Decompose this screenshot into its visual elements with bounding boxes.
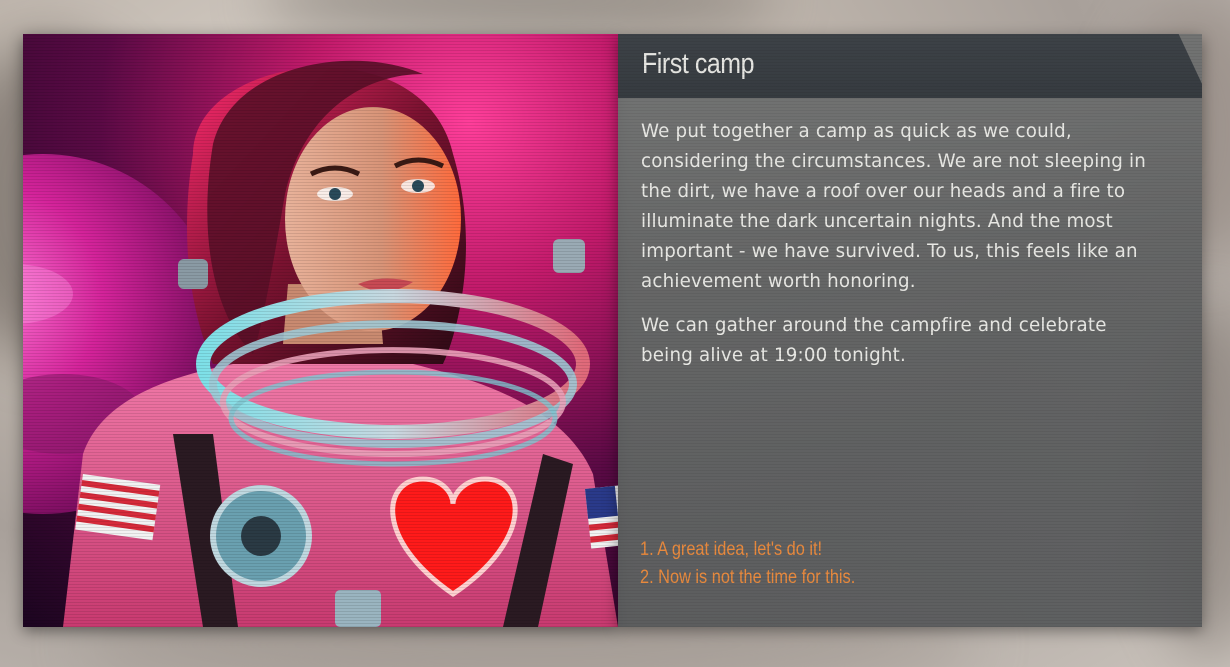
character-portrait	[23, 34, 618, 627]
choice-option-accept[interactable]: 1. A great idea, let's do it!	[640, 536, 855, 564]
event-dialog: First camp We put together a camp as qui…	[618, 34, 1202, 627]
flag-patch-left	[75, 474, 161, 541]
dialog-description: We put together a camp as quick as we co…	[641, 116, 1159, 384]
dialog-title-bar: First camp	[618, 34, 1202, 98]
choice-option-decline[interactable]: 2. Now is not the time for this.	[640, 564, 855, 592]
choice-list: 1. A great idea, let's do it! 2. Now is …	[640, 536, 855, 592]
choice-number: 1.	[640, 539, 654, 560]
choice-label: A great idea, let's do it!	[657, 539, 823, 560]
choice-label: Now is not the time for this.	[658, 567, 856, 588]
dialog-paragraph: We put together a camp as quick as we co…	[641, 120, 1147, 292]
choice-number: 2.	[640, 567, 654, 588]
astronaut-illustration	[23, 60, 618, 627]
dialog-paragraph: We can gather around the campfire and ce…	[641, 314, 1107, 366]
dialog-title: First camp	[642, 48, 755, 80]
